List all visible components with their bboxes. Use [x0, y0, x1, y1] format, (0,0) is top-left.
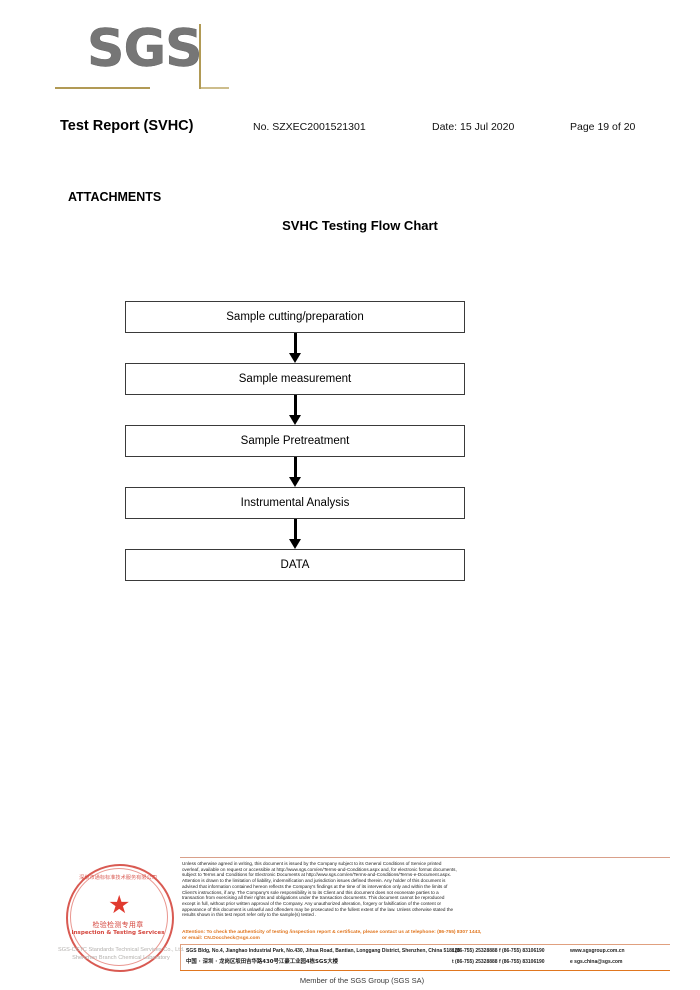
contact-phone-fax-2: t (86-755) 25328888 f (86-755) 83106190 [452, 959, 545, 965]
flow-arrow-down-icon [125, 457, 465, 487]
attention-line: or email: CN.Doccheck@sgs.com [182, 936, 260, 942]
stamp-center-text-cn: 检验检测专用章 [92, 921, 144, 929]
svhc-testing-flow-chart: Sample cutting/preparation Sample measur… [125, 301, 465, 581]
flow-arrow-down-icon [125, 519, 465, 549]
star-icon: ★ [108, 891, 131, 919]
address-rule-top [180, 944, 670, 945]
inspection-stamp: 深圳市通标标准技术服务有限公司 ★ 检验检测专用章 Inspection & T… [58, 862, 184, 972]
document-page: SGS Test Report (SVHC) No. SZXEC20015213… [0, 0, 700, 990]
address-divider [180, 945, 181, 971]
flow-step-box: Instrumental Analysis [125, 487, 465, 519]
flow-step-box: Sample measurement [125, 363, 465, 395]
header-rule-vertical [199, 24, 201, 89]
sgs-logo-block: SGS [55, 18, 205, 90]
website-link[interactable]: www.sgsgroup.com.cn [570, 948, 625, 954]
branch-name-watermark: Shenzhen Branch Chemical Laboratory [72, 955, 170, 961]
page-number: Page 19 of 20 [570, 121, 636, 133]
stamp-center-text-en: Inspection & Testing Services [71, 930, 165, 936]
flow-chart-title: SVHC Testing Flow Chart [282, 218, 438, 233]
email-link[interactable]: e sgs.china@sgs.com [570, 959, 622, 965]
company-name-watermark: SGS-CSTC Standards Technical Services Co… [58, 947, 185, 953]
address-rule-bottom [180, 970, 670, 972]
stamp-arc-text: 深圳市通标标准技术服务有限公司 [79, 875, 157, 881]
attention-notice: Attention: To check the authenticity of … [182, 930, 670, 942]
flow-arrow-down-icon [125, 333, 465, 363]
page-title: Test Report (SVHC) [60, 118, 194, 134]
flow-step-box: Sample cutting/preparation [125, 301, 465, 333]
contact-phone-fax-1: t (86-755) 25328888 f (86-755) 83106190 [452, 948, 545, 954]
header-rule-horizontal [55, 87, 150, 89]
flow-step-box: Sample Pretreatment [125, 425, 465, 457]
flow-arrow-down-icon [125, 395, 465, 425]
legal-disclaimer: Unless otherwise agreed in writing, this… [182, 861, 670, 918]
header-rule-horizontal-right [199, 87, 229, 89]
member-of-group-line: Member of the SGS Group (SGS SA) [299, 976, 425, 985]
disclaimer-line: results shown in this test report refer … [182, 912, 317, 918]
attachments-heading: ATTACHMENTS [68, 190, 162, 204]
report-number: No. SZXEC2001521301 [253, 121, 366, 133]
flow-step-box: DATA [125, 549, 465, 581]
footer-separator [180, 857, 670, 858]
report-date: Date: 15 Jul 2020 [432, 121, 515, 133]
sgs-logo-text: SGS [87, 19, 203, 79]
